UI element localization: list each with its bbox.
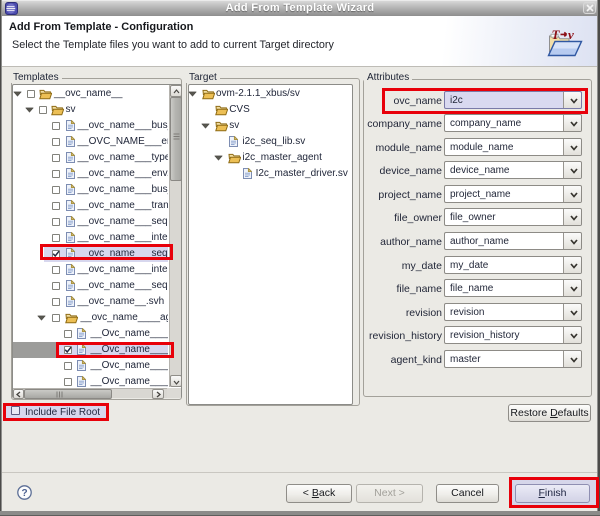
svg-text:ν: ν <box>568 28 574 42</box>
svg-text:T: T <box>552 28 561 42</box>
svg-text:?: ? <box>21 488 27 499</box>
